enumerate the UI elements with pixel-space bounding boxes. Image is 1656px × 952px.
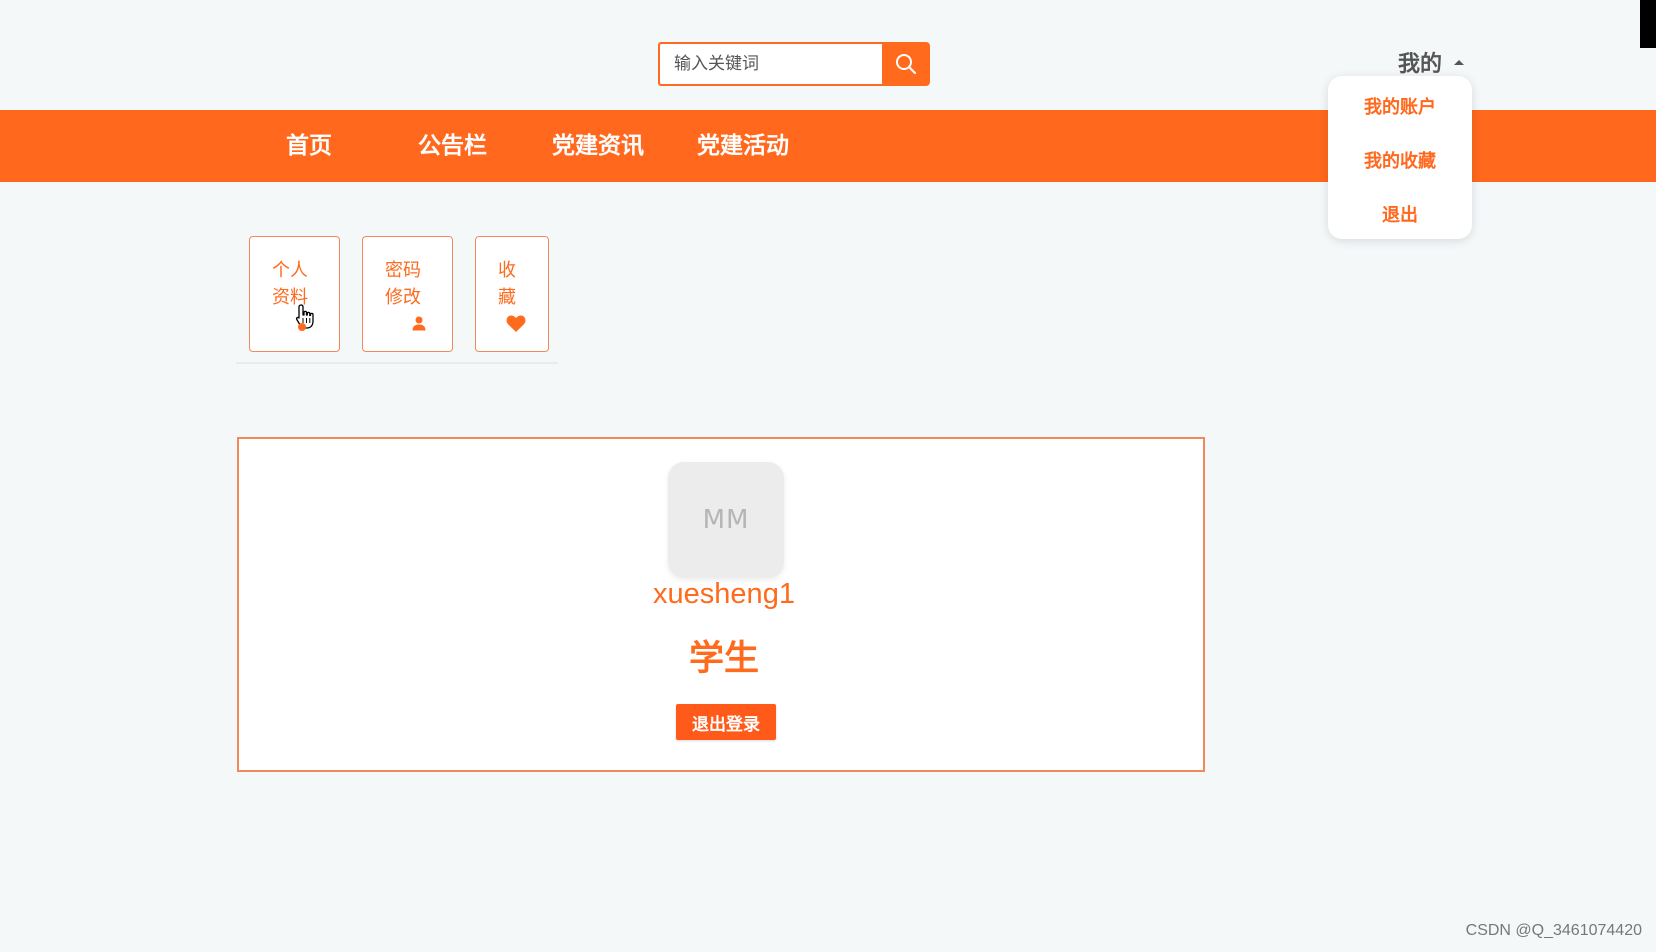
avatar[interactable]: MM [668,462,784,578]
window-corner [1640,0,1656,48]
nav-item-party-activities[interactable]: 党建活动 [697,110,789,182]
dropdown-item-my-favorites[interactable]: 我的收藏 [1328,147,1472,173]
pointer-cursor-icon [294,303,318,335]
tab-label: 密码修改 [385,260,421,308]
nav-item-notice-board[interactable]: 公告栏 [418,110,487,182]
account-menu-toggle[interactable]: 我的 [1398,44,1465,80]
avatar-text: MM [702,505,750,535]
watermark: CSDN @Q_3461074420 [1465,922,1642,939]
user-role: 学生 [688,639,759,679]
logout-button[interactable]: 退出登录 [676,704,776,740]
account-dropdown: 我的账户 我的收藏 退出 [1328,76,1472,239]
dropdown-item-my-account[interactable]: 我的账户 [1328,93,1472,119]
heart-icon [506,315,526,337]
search-input[interactable] [658,42,882,86]
user-icon [411,315,427,335]
tabs-divider [236,362,558,364]
tab-icon-dot [298,323,306,331]
username: xuesheng1 [653,578,795,610]
tab-personal-info[interactable]: 个人资料 [249,236,340,352]
nav-item-party-news[interactable]: 党建资讯 [552,110,644,182]
caret-up-icon [1454,59,1465,65]
search-bar [658,42,930,86]
search-button[interactable] [882,42,930,86]
tab-label: 收藏 [498,260,516,308]
nav-item-home[interactable]: 首页 [286,110,332,182]
tab-favorites[interactable]: 收藏 [475,236,549,352]
search-icon [894,52,918,76]
account-menu-label: 我的 [1398,52,1443,77]
dropdown-item-logout[interactable]: 退出 [1328,201,1472,227]
tab-change-password[interactable]: 密码修改 [362,236,453,352]
